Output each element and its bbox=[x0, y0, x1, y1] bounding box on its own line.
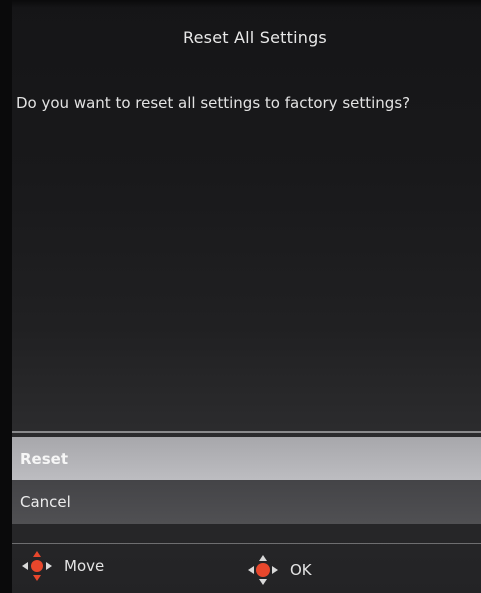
footer-divider bbox=[12, 543, 481, 544]
move-hint: Move bbox=[20, 549, 104, 583]
move-hint-label: Move bbox=[64, 557, 105, 575]
bezel-top bbox=[0, 0, 481, 8]
dpad-center-icon bbox=[248, 555, 278, 585]
dialog-title: Reset All Settings bbox=[183, 28, 327, 47]
divider bbox=[12, 431, 481, 433]
reset-option-label: Reset bbox=[20, 450, 68, 468]
osd-screen: Reset All Settings Do you want to reset … bbox=[0, 0, 481, 593]
cancel-option[interactable]: Cancel bbox=[12, 480, 481, 524]
ok-hint: OK bbox=[246, 553, 312, 587]
reset-option[interactable]: Reset bbox=[12, 437, 481, 481]
cancel-option-label: Cancel bbox=[20, 493, 71, 511]
dpad-left-right-icon bbox=[22, 551, 52, 581]
ok-hint-label: OK bbox=[290, 561, 312, 579]
dialog-question: Do you want to reset all settings to fac… bbox=[16, 94, 411, 112]
bezel-edge bbox=[0, 0, 12, 593]
